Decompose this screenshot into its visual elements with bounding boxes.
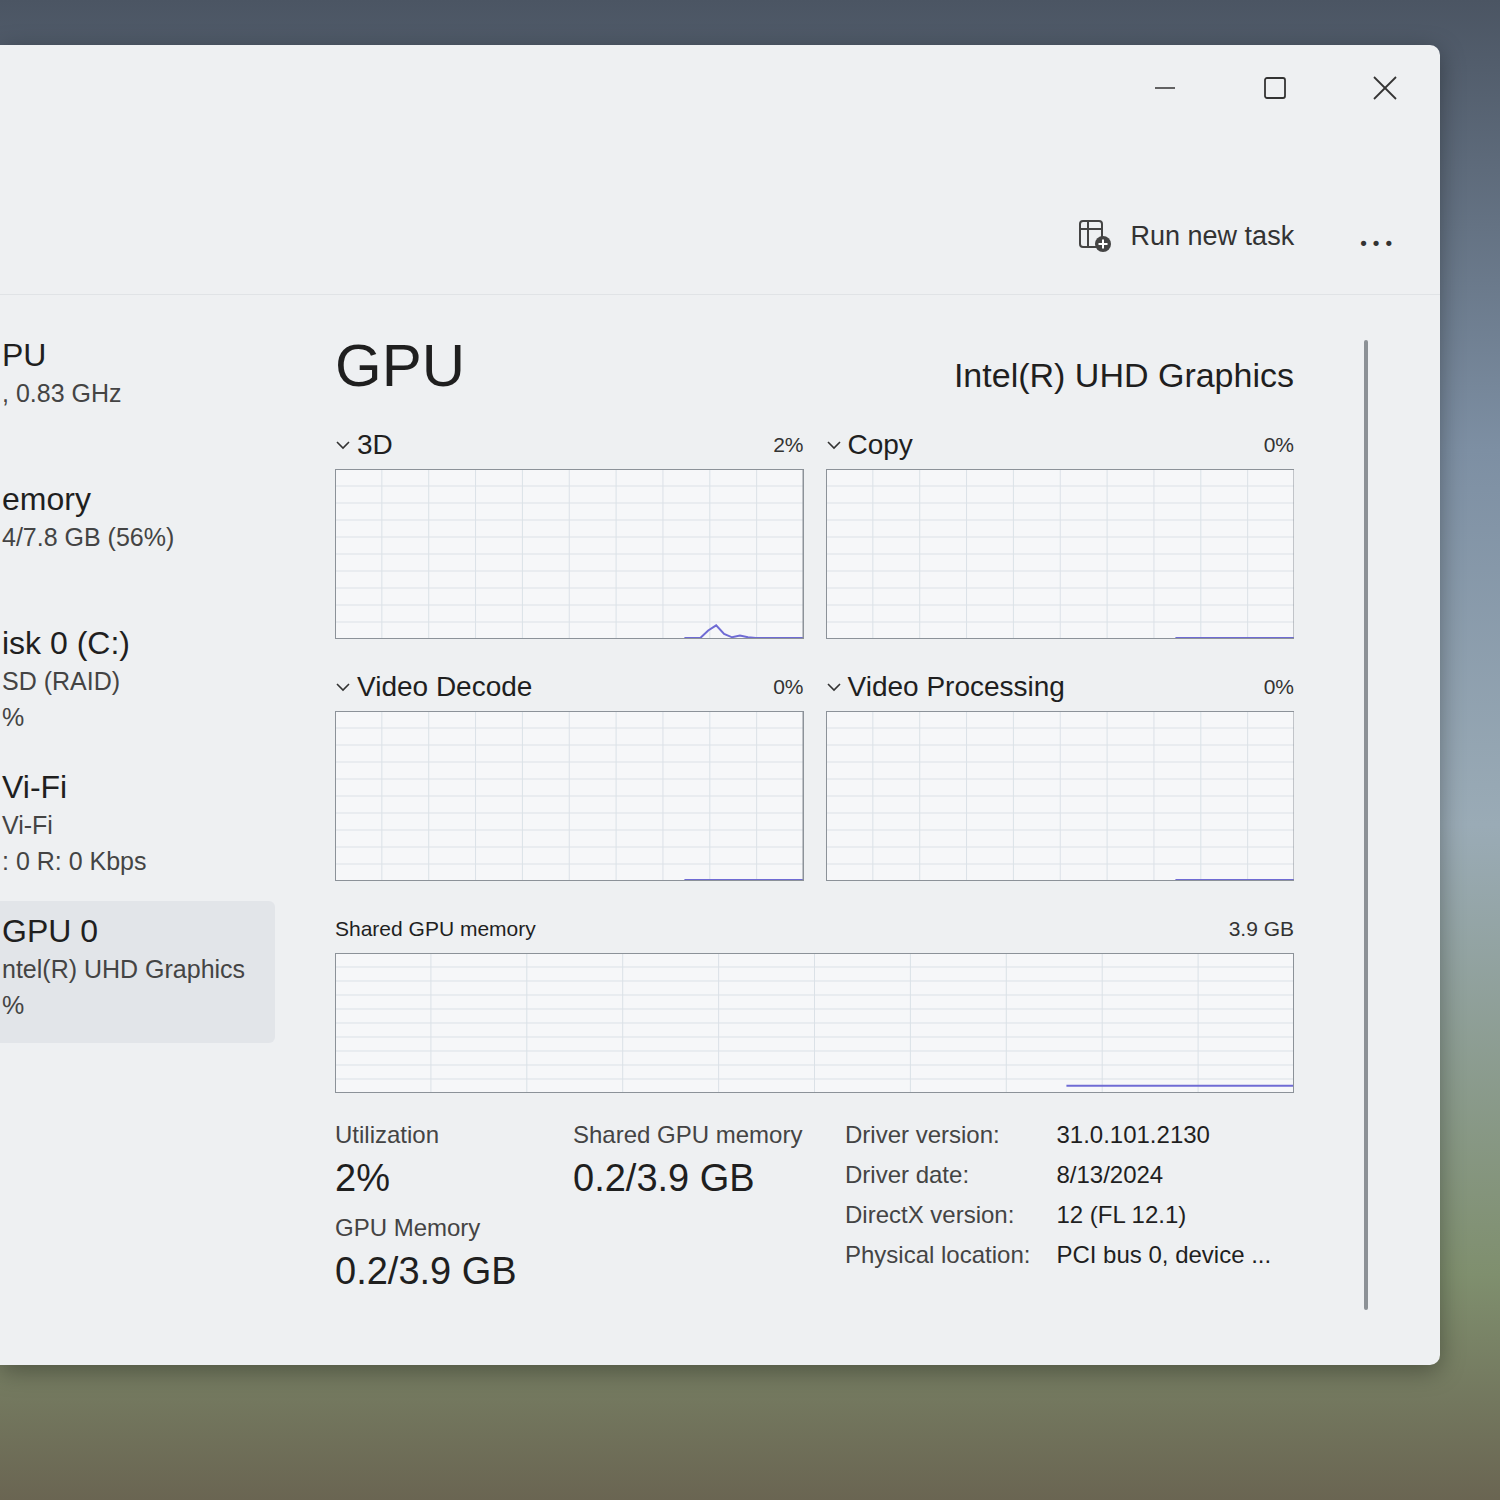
sidebar-item[interactable]: PU, 0.83 GHz (0, 325, 275, 467)
sidebar-item[interactable]: GPU 0ntel(R) UHD Graphics% (0, 901, 275, 1043)
stats-area: Utilization2%GPU Memory0.2/3.9 GBShared … (335, 1121, 1294, 1293)
sidebar-item[interactable]: Vi-FiVi-Fi: 0 R: 0 Kbps (0, 757, 275, 899)
engine-graph: Copy 0% (826, 427, 1295, 639)
engine-graphs: 3D2%Copy0%Video Decode0%Video Processing… (335, 427, 1294, 881)
graph-line (1066, 1085, 1294, 1087)
task-manager-window: Run new task•••PU, 0.83 GHzemory4/7.8 GB… (0, 45, 1440, 1365)
graph-chart (826, 469, 1295, 639)
more-button[interactable]: ••• (1354, 233, 1400, 254)
stats-grid: Utilization2%GPU Memory0.2/3.9 GBShared … (335, 1121, 833, 1293)
details-table: Driver version: 31.0.101.2130 Driver date:… (845, 1121, 1271, 1293)
maximize-button[interactable] (1220, 45, 1330, 130)
sidebar-item-title: isk 0 (C:) (2, 623, 267, 663)
detail-value: 12 (FL 12.1) (1056, 1201, 1271, 1229)
sidebar-item-detail: % (2, 699, 267, 735)
graph-chart (826, 711, 1295, 881)
sidebar-item-detail: SD (RAID) (2, 663, 267, 699)
detail-value: 31.0.101.2130 (1056, 1121, 1271, 1149)
device-name: Intel(R) UHD Graphics (954, 356, 1294, 399)
graph-label: Copy (848, 429, 913, 461)
detail-label: DirectX version: (845, 1201, 1030, 1229)
detail-value: PCI bus 0, device ... (1056, 1241, 1271, 1269)
stat-value: 0.2/3.9 GB (573, 1157, 833, 1200)
stat-label: Shared GPU memory (573, 1121, 833, 1149)
engine-selector[interactable]: Video Decode (335, 671, 532, 703)
graph-header: Video Processing 0% (826, 669, 1295, 705)
close-button[interactable] (1330, 45, 1440, 130)
graph-reading: 0% (773, 675, 803, 699)
graph-reading: 0% (1264, 675, 1294, 699)
title-bar (0, 45, 1440, 130)
sidebar-item-title: PU (2, 335, 267, 375)
sidebar-item-title: GPU 0 (2, 911, 267, 951)
chevron-down-icon (335, 437, 351, 453)
chevron-down-icon (826, 679, 842, 695)
engine-graph: Video Processing 0% (826, 669, 1295, 881)
engine-selector[interactable]: 3D (335, 429, 393, 461)
detail-label: Driver version: (845, 1121, 1030, 1149)
minimize-button[interactable] (1110, 45, 1220, 130)
graph-label: Video Decode (357, 671, 532, 703)
panel-title: GPU (335, 333, 465, 399)
graph-reading: 0% (1264, 433, 1294, 457)
graph-max: 3.9 GB (1229, 917, 1294, 941)
sidebar-item[interactable]: isk 0 (C:)SD (RAID)% (0, 613, 275, 755)
detail-value: 8/13/2024 (1056, 1161, 1271, 1189)
stat: Utilization 2% (335, 1121, 565, 1200)
sidebar-item-detail: ntel(R) UHD Graphics (2, 951, 267, 987)
stat-value: 0.2/3.9 GB (335, 1250, 565, 1293)
graph-line (684, 625, 803, 638)
run-new-task-button[interactable]: Run new task (1077, 218, 1295, 254)
gpu-panel: GPUIntel(R) UHD Graphics3D2%Copy0%Video … (275, 295, 1364, 1365)
run-new-task-label: Run new task (1131, 221, 1295, 252)
shared-memory-graph: Shared GPU memory 3.9 GB (335, 911, 1294, 1093)
graph-label: Video Processing (848, 671, 1065, 703)
engine-graph: 3D 2% (335, 427, 804, 639)
graph-header: 3D 2% (335, 427, 804, 463)
stat-label: Utilization (335, 1121, 565, 1149)
graph-chart (335, 711, 804, 881)
close-icon (1372, 75, 1398, 101)
graph-header: Shared GPU memory 3.9 GB (335, 911, 1294, 947)
graph-reading: 2% (773, 433, 803, 457)
graph-chart (335, 469, 804, 639)
sidebar-item-detail: 4/7.8 GB (56%) (2, 519, 267, 555)
sidebar-item-detail: % (2, 987, 267, 1023)
chevron-down-icon (826, 437, 842, 453)
chevron-down-icon (335, 679, 351, 695)
maximize-icon (1263, 76, 1287, 100)
sidebar-item-detail: : 0 R: 0 Kbps (2, 843, 267, 879)
desktop: Run new task•••PU, 0.83 GHzemory4/7.8 GB… (0, 0, 1500, 1500)
minimize-icon (1154, 77, 1176, 99)
detail-label: Driver date: (845, 1161, 1030, 1189)
scrollbar[interactable] (1364, 340, 1368, 1310)
sidebar: PU, 0.83 GHzemory4/7.8 GB (56%)isk 0 (C:… (0, 295, 275, 1365)
run-task-icon (1077, 218, 1113, 254)
engine-selector[interactable]: Copy (826, 429, 913, 461)
sidebar-item-detail: Vi-Fi (2, 807, 267, 843)
graph-chart (335, 953, 1294, 1093)
sidebar-item-title: emory (2, 479, 267, 519)
graph-header: Video Decode 0% (335, 669, 804, 705)
sidebar-item-detail: , 0.83 GHz (2, 375, 267, 411)
graph-label: 3D (357, 429, 393, 461)
toolbar: Run new task ••• (0, 130, 1440, 295)
graph-label: Shared GPU memory (335, 917, 536, 941)
content-area: PU, 0.83 GHzemory4/7.8 GB (56%)isk 0 (C:… (0, 295, 1440, 1365)
stat-label: GPU Memory (335, 1214, 565, 1242)
sidebar-item-title: Vi-Fi (2, 767, 267, 807)
engine-selector[interactable]: Video Processing (826, 671, 1065, 703)
engine-graph: Video Decode 0% (335, 669, 804, 881)
detail-label: Physical location: (845, 1241, 1030, 1269)
stat: GPU Memory 0.2/3.9 GB (335, 1214, 565, 1293)
panel-header: GPU Intel(R) UHD Graphics (335, 333, 1294, 399)
stat: Shared GPU memory 0.2/3.9 GB (573, 1121, 833, 1200)
graph-header: Copy 0% (826, 427, 1295, 463)
stat-value: 2% (335, 1157, 565, 1200)
sidebar-item[interactable]: emory4/7.8 GB (56%) (0, 469, 275, 611)
